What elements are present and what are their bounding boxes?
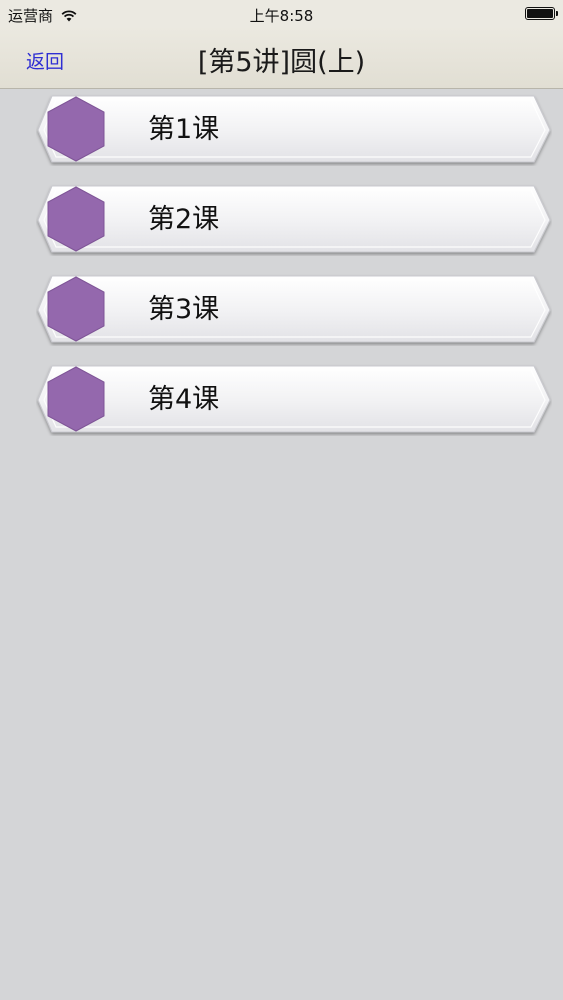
- status-time: 上午8:58: [249, 7, 314, 25]
- lesson-plate: [37, 275, 551, 343]
- status-bar: 运营商 上午8:58: [0, 0, 563, 28]
- lesson-item-1[interactable]: 第1课: [36, 94, 552, 166]
- lesson-item-3[interactable]: 第3课: [36, 274, 552, 346]
- lesson-plate-shape: [37, 95, 551, 163]
- lesson-plate-shape: [37, 275, 551, 343]
- lesson-item-4[interactable]: 第4课: [36, 364, 552, 436]
- navigation-bar: 返回 [第5讲]圆(上): [0, 28, 563, 89]
- lesson-label: 第3课: [148, 294, 220, 325]
- lesson-label: 第1课: [148, 114, 220, 145]
- lesson-plate: [37, 95, 551, 163]
- lesson-label: 第2课: [148, 204, 220, 235]
- battery-icon: [525, 7, 558, 20]
- lesson-plate-shape: [37, 185, 551, 253]
- lesson-item-2[interactable]: 第2课: [36, 184, 552, 256]
- lesson-plate: [37, 365, 551, 433]
- lesson-plate-shape: [37, 365, 551, 433]
- page-title: [第5讲]圆(上): [197, 47, 366, 78]
- lesson-plate: [37, 185, 551, 253]
- lesson-label: 第4课: [148, 384, 220, 415]
